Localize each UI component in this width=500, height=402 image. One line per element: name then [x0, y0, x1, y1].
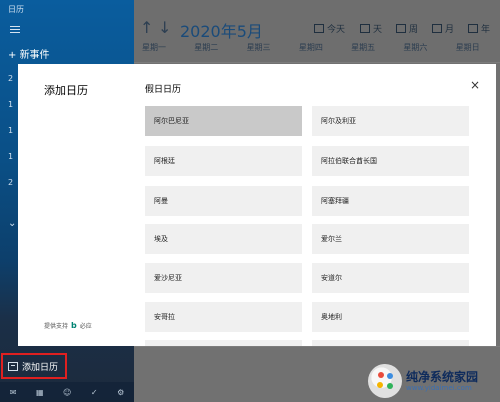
- close-icon[interactable]: ×: [470, 78, 480, 92]
- watermark-url: www.yidaimei.com: [406, 383, 472, 392]
- add-calendar-label: 添加日历: [22, 362, 59, 373]
- settings-icon[interactable]: ⚙: [117, 388, 124, 397]
- today-icon: [314, 24, 324, 33]
- list-item[interactable]: 奥地利: [312, 302, 469, 332]
- weekday-label: 星期一: [142, 43, 166, 52]
- watermark-title: 纯净系统家园: [406, 369, 479, 384]
- holiday-calendar-list: 阿尔巴尼亚 阿尔及利亚 阿根廷 阿拉伯联合酋长国 阿曼 阿塞拜疆 埃及 爱尔兰 …: [145, 106, 471, 346]
- calendar-app: 日历 + 新事件 2 1 1 1 2 ⌄ 添加日历 ✉ ▦ ☺ ✓ ⚙ ↑ ↓ …: [0, 0, 500, 402]
- bing-label: 必应: [79, 323, 92, 330]
- month-view-label: 月: [445, 25, 455, 35]
- list-item[interactable]: 阿曼: [145, 186, 302, 216]
- list-item[interactable]: 阿根廷: [145, 146, 302, 176]
- dialog-left-pane: 添加日历 提供支持 b 必应: [18, 64, 130, 346]
- calendar-header: ↑ ↓ 2020年5月 今天 天 周 月 年 星期一 星期二 星期三 星期四 星…: [134, 0, 500, 62]
- year-view-label: 年: [481, 25, 491, 35]
- list-item[interactable]: 阿拉伯联合酋长国: [312, 146, 469, 176]
- weekday-label: 星期二: [194, 43, 219, 52]
- list-item[interactable]: 爱沙尼亚: [145, 263, 302, 293]
- mail-icon[interactable]: ✉: [10, 388, 17, 397]
- bing-logo-icon: b: [71, 321, 77, 330]
- list-item[interactable]: 阿尔巴尼亚: [145, 106, 302, 136]
- app-title: 日历: [8, 5, 24, 14]
- today-label: 今天: [327, 25, 346, 35]
- list-item[interactable]: 阿尔及利亚: [312, 106, 469, 136]
- weekday-header: 星期一 星期二 星期三 星期四 星期五 星期六 星期日: [134, 42, 500, 53]
- next-month-arrow-icon[interactable]: ↓: [158, 18, 171, 37]
- list-item[interactable]: 安道尔: [312, 263, 469, 293]
- day-view-icon: [360, 24, 370, 33]
- weekday-label: 星期六: [403, 43, 428, 52]
- new-event-label: 新事件: [19, 50, 50, 61]
- month-view-icon: [432, 24, 442, 33]
- holiday-calendar-heading: 假日日历: [145, 85, 182, 95]
- weekday-label: 星期五: [351, 43, 376, 52]
- powered-by: 提供支持 b 必应: [44, 321, 92, 330]
- weekday-label: 星期三: [246, 43, 271, 52]
- mini-calendar-number[interactable]: 1: [8, 126, 13, 135]
- calendar-add-icon: [8, 361, 18, 371]
- year-view-button[interactable]: 年: [468, 22, 490, 35]
- list-item-partial[interactable]: [145, 340, 302, 346]
- powered-by-label: 提供支持: [44, 323, 69, 330]
- list-item[interactable]: 爱尔兰: [312, 224, 469, 254]
- day-view-button[interactable]: 天: [360, 22, 382, 35]
- day-view-label: 天: [373, 25, 383, 35]
- mini-calendar-number[interactable]: 2: [8, 178, 13, 187]
- mini-calendar-number[interactable]: 1: [8, 100, 13, 109]
- add-calendar-dialog: 添加日历 提供支持 b 必应 假日日历 × 阿尔巴尼亚 阿尔及利亚 阿根廷 阿拉…: [18, 64, 496, 346]
- calendar-icon[interactable]: ▦: [36, 388, 44, 397]
- weekday-label: 星期日: [455, 43, 480, 52]
- mini-calendar-number[interactable]: 2: [8, 74, 13, 83]
- new-event-button[interactable]: + 新事件: [8, 46, 50, 61]
- previous-month-arrow-icon[interactable]: ↑: [140, 18, 153, 37]
- todo-icon[interactable]: ✓: [91, 388, 98, 397]
- grid-divider: [134, 346, 500, 347]
- week-view-button[interactable]: 周: [396, 22, 418, 35]
- grid-divider: [134, 62, 500, 63]
- list-item[interactable]: 阿塞拜疆: [312, 186, 469, 216]
- hamburger-menu-icon[interactable]: [10, 26, 20, 35]
- chevron-down-icon[interactable]: ⌄: [8, 218, 16, 229]
- list-item[interactable]: 安哥拉: [145, 302, 302, 332]
- people-icon[interactable]: ☺: [63, 388, 71, 397]
- site-watermark: 纯净系统家园 www.yidaimei.com: [368, 360, 500, 402]
- weekday-label: 星期四: [298, 43, 323, 52]
- add-calendar-button[interactable]: 添加日历: [1, 353, 67, 379]
- list-item-partial[interactable]: [312, 340, 469, 346]
- mini-calendar-number[interactable]: 1: [8, 152, 13, 161]
- week-view-icon: [396, 24, 406, 33]
- year-view-icon: [468, 24, 478, 33]
- list-item[interactable]: 埃及: [145, 224, 302, 254]
- month-view-button[interactable]: 月: [432, 22, 454, 35]
- dialog-title: 添加日历: [44, 84, 88, 97]
- month-title: 2020年5月: [180, 22, 263, 41]
- week-view-label: 周: [409, 25, 419, 35]
- sidebar-bottom-bar: ✉ ▦ ☺ ✓ ⚙: [0, 382, 134, 402]
- today-button[interactable]: 今天: [314, 22, 345, 35]
- watermark-logo-icon: [368, 364, 402, 398]
